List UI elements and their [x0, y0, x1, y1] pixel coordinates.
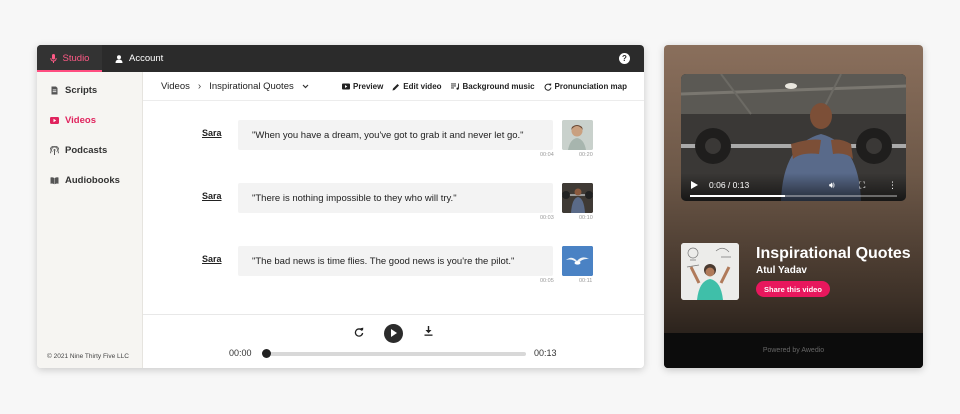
widget-title: Inspirational Quotes [756, 245, 911, 262]
speaker-link[interactable]: Sara [202, 254, 222, 264]
scene-thumbnail[interactable] [562, 120, 593, 150]
text-duration: 00:04 [540, 152, 554, 158]
scene-thumbnail[interactable] [562, 246, 593, 276]
music-list-icon [450, 83, 459, 90]
help-icon[interactable]: ? [619, 53, 630, 64]
sidebar: Scripts Videos Podcasts Audiobooks © 202… [37, 72, 143, 368]
sidebar-item-label: Audiobooks [65, 175, 120, 186]
chevron-down-icon[interactable] [302, 84, 309, 89]
seek-handle[interactable] [262, 349, 271, 358]
video-icon [50, 117, 59, 124]
replay-button[interactable] [354, 327, 364, 340]
document-icon [51, 86, 58, 95]
breadcrumb-videos[interactable]: Videos [161, 81, 190, 92]
text-duration: 00:05 [540, 278, 554, 284]
woman-portrait-image [562, 120, 593, 150]
book-icon [50, 177, 59, 185]
breadcrumb: Videos › Inspirational Quotes [161, 72, 309, 101]
download-icon [424, 326, 433, 336]
refresh-icon [544, 83, 552, 91]
preview-label: Preview [353, 82, 384, 91]
cover-image [681, 243, 739, 300]
podcast-icon [50, 146, 59, 155]
video-player[interactable]: 0:06 / 0:13 🔊︎ ⛶ ⋮ [681, 74, 906, 201]
video-time: 0:06 / 0:13 [709, 180, 750, 190]
audio-player: 00:00 00:13 [143, 314, 644, 368]
sidebar-item-label: Videos [65, 115, 96, 126]
toolbar-actions: Preview Edit video Background music Pron… [342, 72, 627, 101]
embed-widget: 0:06 / 0:13 🔊︎ ⛶ ⋮ Inspirational Quotes … [664, 45, 923, 368]
user-icon [115, 54, 123, 63]
speaker-link[interactable]: Sara [202, 191, 222, 201]
script-text-box[interactable]: "There is nothing impossible to they who… [238, 183, 553, 213]
reload-icon [354, 327, 364, 337]
volume-icon[interactable]: 🔊︎ [829, 180, 835, 191]
weightlifter-image [562, 183, 593, 213]
sidebar-item-podcasts[interactable]: Podcasts [50, 145, 107, 156]
scene-duration: 00:11 [579, 278, 593, 284]
tab-account-label: Account [129, 53, 164, 64]
total-time: 00:13 [534, 348, 557, 358]
video-controls: 0:06 / 0:13 🔊︎ ⛶ ⋮ [681, 173, 906, 201]
pencil-icon [392, 83, 400, 90]
seek-bar[interactable] [263, 352, 526, 356]
more-options-icon[interactable]: ⋮ [888, 180, 897, 191]
chevron-right-icon: › [197, 81, 202, 92]
widget-author: Atul Yadav [756, 265, 807, 276]
current-time: 00:00 [229, 348, 252, 358]
video-progress-fill [690, 195, 786, 197]
background-music-button[interactable]: Background music [450, 82, 535, 91]
preview-icon [342, 83, 351, 90]
play-button[interactable] [384, 324, 403, 343]
tab-account[interactable]: Account [115, 45, 163, 72]
download-button[interactable] [424, 326, 433, 339]
background-music-label: Background music [462, 82, 535, 91]
sidebar-item-label: Scripts [65, 85, 98, 96]
share-button[interactable]: Share this video [756, 281, 830, 297]
top-navigation-bar: Studio Account ? [37, 45, 644, 72]
sidebar-item-audiobooks[interactable]: Audiobooks [50, 175, 120, 186]
edit-video-label: Edit video [403, 82, 442, 91]
play-icon[interactable] [691, 181, 698, 189]
copyright-text: © 2021 Nine Thirty Five LLC [47, 353, 129, 360]
text-duration: 00:03 [540, 215, 554, 221]
tab-studio[interactable]: Studio [37, 45, 102, 72]
sidebar-item-scripts[interactable]: Scripts [50, 85, 97, 96]
pronunciation-map-label: Pronunciation map [554, 82, 627, 91]
sidebar-item-label: Podcasts [65, 145, 108, 156]
seagull-image [562, 246, 593, 276]
scene-duration: 00:10 [579, 215, 593, 221]
breadcrumb-current[interactable]: Inspirational Quotes [209, 81, 294, 92]
fullscreen-icon[interactable]: ⛶ [859, 180, 865, 191]
scene-thumbnail[interactable] [562, 183, 593, 213]
sidebar-item-videos[interactable]: Videos [50, 115, 96, 126]
woman-chalkboard-image [681, 243, 739, 300]
tab-studio-label: Studio [62, 53, 90, 64]
scene-duration: 00:20 [579, 152, 593, 158]
speaker-link[interactable]: Sara [202, 128, 222, 138]
powered-by-footer[interactable]: Powered by Awedio [664, 333, 923, 368]
microphone-icon [49, 54, 57, 63]
content-toolbar: Videos › Inspirational Quotes Preview Ed… [143, 72, 644, 101]
preview-button[interactable]: Preview [342, 82, 383, 91]
script-text-box[interactable]: "When you have a dream, you've got to gr… [238, 120, 553, 150]
video-progress-bar[interactable] [690, 195, 897, 197]
pronunciation-map-button[interactable]: Pronunciation map [544, 82, 627, 91]
edit-video-button[interactable]: Edit video [392, 82, 442, 91]
studio-app-window: Studio Account ? Scripts Videos Podcasts… [37, 45, 644, 368]
script-text-box[interactable]: "The bad news is time flies. The good ne… [238, 246, 553, 276]
